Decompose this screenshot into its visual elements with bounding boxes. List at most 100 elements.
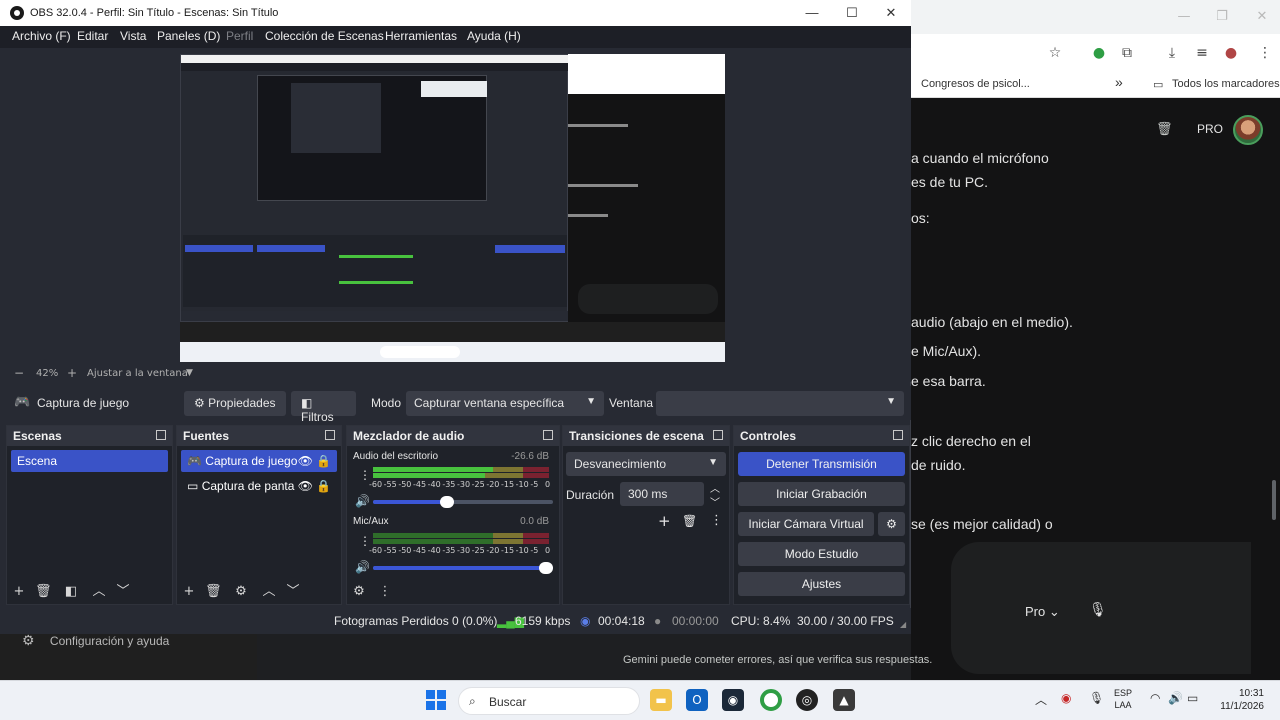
undock-icon[interactable]: [156, 430, 166, 440]
source-item[interactable]: 🎮 Captura de juego 👁 🔒: [181, 450, 337, 472]
gemini-prompt-box[interactable]: Pro ⌄ 🎙: [951, 542, 1251, 674]
app-icon[interactable]: ▲: [833, 689, 855, 711]
bookmarks-overflow[interactable]: »: [1115, 74, 1123, 90]
file-explorer-icon[interactable]: ▬: [650, 689, 672, 711]
menu-ayuda[interactable]: Ayuda (H): [467, 29, 521, 43]
language-indicator[interactable]: ESP LAA: [1114, 687, 1132, 711]
chevron-down-icon[interactable]: ▼: [186, 368, 193, 378]
bookmark-star-icon[interactable]: ☆: [1045, 43, 1065, 63]
menu-coleccion[interactable]: Colección de Escenas: [265, 29, 384, 43]
extension-badge-icon[interactable]: ●: [1089, 43, 1109, 63]
menu-vista[interactable]: Vista: [120, 29, 146, 43]
extensions-icon[interactable]: ⧉: [1117, 43, 1137, 63]
chevron-up-icon[interactable]: ︿: [1035, 691, 1047, 708]
settings-button[interactable]: Ajustes: [738, 572, 905, 596]
trash-icon[interactable]: 🗑: [682, 514, 697, 528]
trash-icon[interactable]: 🗑: [1156, 122, 1173, 137]
model-select[interactable]: Pro ⌄: [1025, 604, 1060, 620]
menu-editar[interactable]: Editar: [77, 29, 108, 43]
profile-avatar[interactable]: ●: [1221, 43, 1241, 63]
microphone-icon[interactable]: 🎙: [1089, 691, 1104, 705]
taskbar-search[interactable]: ⌕ Buscar: [458, 687, 640, 715]
maximize-icon[interactable]: ☐: [837, 4, 867, 22]
filters-button[interactable]: ◧ Filtros: [291, 391, 356, 424]
eye-icon[interactable]: 👁: [298, 479, 313, 493]
volume-slider[interactable]: [373, 562, 553, 574]
tray-app-icon[interactable]: ◉: [1061, 691, 1071, 705]
menu-archivo[interactable]: Archivo (F): [12, 29, 71, 43]
move-down-icon[interactable]: ﹀: [285, 584, 301, 600]
bookmark-congresos[interactable]: Congresos de psicol...: [921, 78, 1030, 90]
transition-select[interactable]: Desvanecimiento ▼: [566, 452, 726, 476]
filter-icon[interactable]: ◧: [63, 584, 79, 600]
mode-select[interactable]: Capturar ventana específica ▼: [406, 391, 604, 416]
minimize-icon[interactable]: —: [797, 4, 827, 22]
scrollbar[interactable]: [1272, 480, 1276, 520]
add-icon[interactable]: +: [11, 584, 27, 600]
tab-search-icon[interactable]: ≡: [1192, 43, 1212, 63]
outlook-icon[interactable]: O: [686, 689, 708, 711]
volume-slider[interactable]: [373, 496, 553, 508]
obs-taskbar-icon[interactable]: ◎: [796, 689, 818, 711]
menu-perfil[interactable]: Perfil: [226, 29, 253, 43]
trash-icon[interactable]: 🗑: [205, 584, 222, 600]
add-icon[interactable]: +: [658, 512, 671, 530]
advanced-audio-icon[interactable]: ⚙: [351, 584, 367, 600]
volume-knob[interactable]: [539, 562, 553, 574]
lock-icon[interactable]: 🔒: [316, 454, 331, 468]
window-select[interactable]: ▼: [656, 391, 904, 416]
duration-spinbox[interactable]: 300 ms: [620, 482, 704, 506]
move-up-icon[interactable]: ︿: [91, 584, 107, 600]
all-bookmarks[interactable]: Todos los marcadores: [1172, 78, 1280, 90]
spin-down-icon[interactable]: ﹀: [710, 494, 720, 509]
zoom-out-button[interactable]: −: [14, 366, 24, 380]
close-icon[interactable]: ✕: [876, 4, 906, 22]
menu-paneles[interactable]: Paneles (D): [157, 29, 220, 43]
windows-start-icon[interactable]: [426, 690, 446, 710]
restore-icon[interactable]: ❐: [1213, 8, 1231, 26]
mixer-menu-icon[interactable]: ⋮: [377, 584, 393, 600]
lock-icon[interactable]: 🔒: [316, 479, 331, 493]
properties-button[interactable]: ⚙ Propiedades: [184, 391, 286, 416]
avatar[interactable]: [1233, 115, 1263, 145]
move-up-icon[interactable]: ︿: [261, 584, 277, 600]
spin-up-icon[interactable]: ︿: [710, 480, 720, 495]
battery-icon[interactable]: ▭: [1187, 691, 1198, 705]
browser-menu-icon[interactable]: ⋮: [1255, 43, 1275, 63]
volume-knob[interactable]: [439, 496, 454, 508]
start-recording-button[interactable]: Iniciar Grabación: [738, 482, 905, 506]
wifi-icon[interactable]: ◠: [1150, 691, 1160, 705]
add-icon[interactable]: +: [181, 584, 197, 600]
trash-icon[interactable]: 🗑: [35, 584, 52, 600]
undock-icon[interactable]: [325, 430, 335, 440]
settings-help-link[interactable]: ⚙ Configuración y ayuda: [22, 632, 169, 649]
scene-item[interactable]: Escena: [11, 450, 168, 472]
clock[interactable]: 10:31 11/1/2026: [1212, 687, 1264, 713]
volume-icon[interactable]: 🔊: [1168, 691, 1183, 705]
speaker-icon[interactable]: 🔊: [355, 494, 370, 508]
virtual-camera-settings-button[interactable]: ⚙: [878, 512, 905, 536]
gear-icon[interactable]: ⚙: [233, 584, 249, 600]
undock-icon[interactable]: [543, 430, 553, 440]
source-item[interactable]: ▭ Captura de panta 👁 🔒: [181, 475, 337, 497]
menu-herramientas[interactable]: Herramientas: [385, 29, 457, 43]
close-icon[interactable]: ✕: [1253, 8, 1271, 26]
fit-to-window-button[interactable]: Ajustar a la ventana: [87, 368, 188, 379]
minimize-icon[interactable]: —: [1175, 8, 1193, 26]
download-icon[interactable]: ⤓: [1162, 43, 1182, 63]
studio-mode-button[interactable]: Modo Estudio: [738, 542, 905, 566]
undock-icon[interactable]: [713, 430, 723, 440]
preview-canvas[interactable]: [180, 54, 725, 362]
speaker-icon[interactable]: 🔊: [355, 560, 370, 574]
zoom-in-button[interactable]: +: [67, 366, 77, 380]
steam-icon[interactable]: ◉: [722, 689, 744, 711]
eye-icon[interactable]: 👁: [298, 454, 313, 468]
transition-menu-icon[interactable]: ⋮: [710, 513, 723, 528]
chrome-icon[interactable]: [760, 689, 782, 711]
resize-grip-icon[interactable]: ◢: [900, 620, 906, 629]
preview-area[interactable]: [0, 48, 911, 366]
microphone-icon[interactable]: 🎙: [1089, 602, 1107, 618]
undock-icon[interactable]: [893, 430, 903, 440]
move-down-icon[interactable]: ﹀: [115, 584, 131, 600]
virtual-camera-button[interactable]: Iniciar Cámara Virtual: [738, 512, 874, 536]
